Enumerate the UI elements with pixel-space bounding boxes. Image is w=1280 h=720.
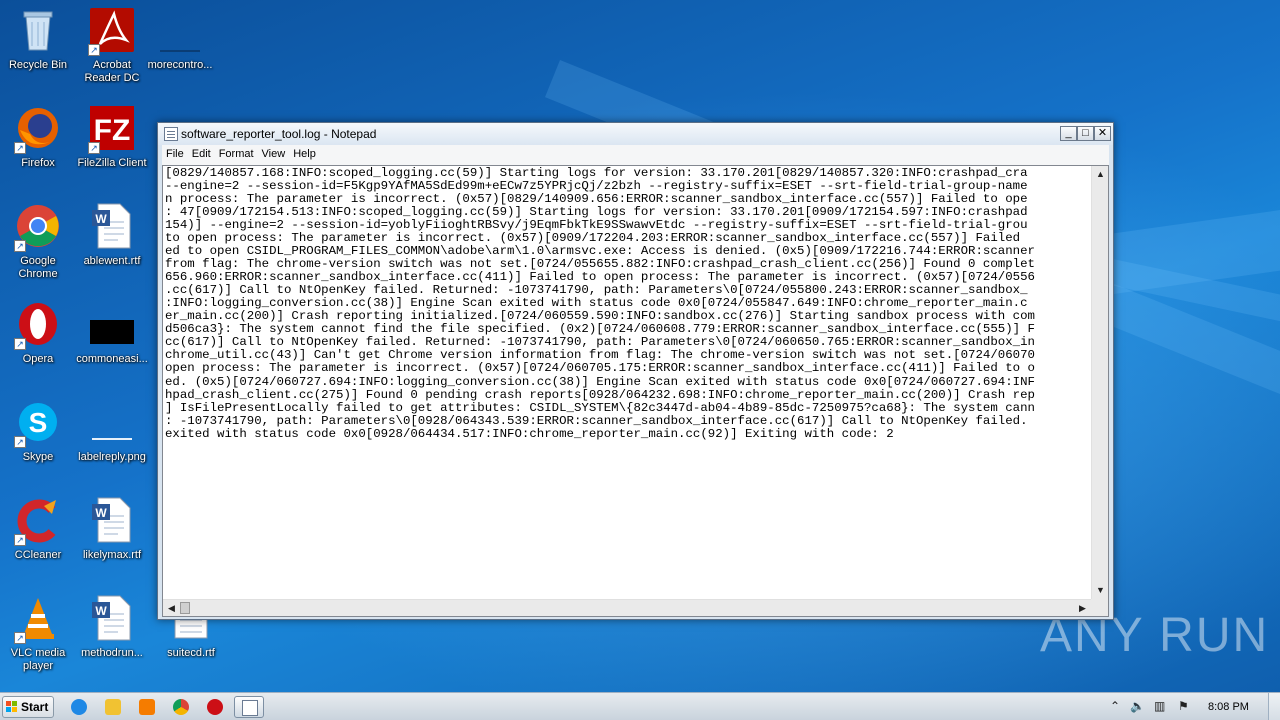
title-bar[interactable]: software_reporter_tool.log - Notepad _ □…: [158, 123, 1113, 145]
opera-icon[interactable]: [202, 696, 228, 718]
log-line: : -1073741790, path: Parameters\0[0928/0…: [165, 413, 1028, 428]
desktop-icon-recycle-bin[interactable]: Recycle Bin: [0, 6, 76, 72]
icon-label: Skype: [22, 451, 54, 463]
desktop-icon-methodrun[interactable]: W methodrun...: [74, 594, 150, 660]
ccleaner-icon: ↗: [14, 496, 62, 546]
desktop-icon-ablewent[interactable]: W ablewent.rtf: [74, 202, 150, 268]
resize-grip[interactable]: [1091, 599, 1108, 616]
menu-format[interactable]: Format: [215, 145, 258, 160]
menu-edit[interactable]: Edit: [188, 145, 215, 160]
menu-file[interactable]: File: [162, 145, 188, 160]
skype-icon: S ↗: [14, 398, 62, 448]
log-line: ed. (0x5)[0724/060727.694:INFO:logging_c…: [165, 374, 1035, 389]
icon-label: Firefox: [21, 157, 55, 169]
windows-logo-icon: [6, 701, 18, 713]
notepad-taskbar-button[interactable]: [234, 696, 264, 718]
chrome-icon[interactable]: [168, 696, 194, 718]
icon-label: likelymax.rtf: [82, 549, 142, 561]
word-doc-icon: W: [88, 594, 136, 642]
file-icon: [156, 6, 204, 54]
desktop-icon-vlc[interactable]: ↗ VLC media player: [0, 594, 76, 673]
desktop-icon-morecontro[interactable]: morecontro...: [142, 6, 218, 72]
desktop-icon-acrobat[interactable]: ↗ Acrobat Reader DC: [74, 6, 150, 85]
notepad-icon: [164, 127, 178, 141]
minimize-button[interactable]: _: [1060, 126, 1077, 141]
start-label: Start: [21, 700, 49, 714]
icon-label: Acrobat Reader DC: [84, 59, 140, 84]
icon-label: methodrun...: [81, 647, 143, 659]
notepad-window[interactable]: software_reporter_tool.log - Notepad _ □…: [157, 122, 1114, 620]
clock[interactable]: 8:08 PM: [1208, 701, 1249, 713]
svg-text:S: S: [29, 407, 48, 438]
desktop-icon-opera[interactable]: ↗ Opera: [0, 300, 76, 366]
icon-label: suitecd.rtf: [167, 647, 215, 659]
log-line: ] IsFilePresentLocally failed to get att…: [165, 400, 1035, 415]
icon-label: morecontro...: [147, 59, 213, 71]
taskbar: Start ⌃ 🔈 ▥ ⚑ 8:08 PM: [0, 692, 1280, 720]
desktop-icon-ccleaner[interactable]: ↗ CCleaner: [0, 496, 76, 562]
svg-text:W: W: [95, 604, 107, 618]
log-line: hpad_crash_client.cc(275)] Found 0 pendi…: [165, 387, 1035, 402]
horizontal-scrollbar[interactable]: ◀ ▶: [163, 599, 1091, 616]
vertical-scrollbar[interactable]: ▲ ▼: [1091, 166, 1108, 599]
network-icon[interactable]: ▥: [1154, 699, 1165, 713]
recycle-bin-icon: [14, 6, 62, 54]
show-desktop-button[interactable]: [1268, 693, 1280, 720]
vlc-icon: ↗: [14, 594, 62, 644]
icon-label: Google Chrome: [18, 255, 58, 280]
scroll-right-icon[interactable]: ▶: [1074, 600, 1091, 616]
scroll-down-icon[interactable]: ▼: [1092, 582, 1108, 599]
menu-view[interactable]: View: [258, 145, 290, 160]
text-editor[interactable]: [0829/140857.168:INFO:scoped_logging.cc(…: [162, 165, 1109, 617]
media-player-icon[interactable]: [134, 696, 160, 718]
log-text[interactable]: [0829/140857.168:INFO:scoped_logging.cc(…: [165, 167, 1090, 598]
scroll-up-icon[interactable]: ▲: [1092, 166, 1108, 183]
horizontal-scroll-thumb[interactable]: [180, 602, 190, 614]
svg-text:W: W: [95, 506, 107, 520]
action-center-flag-icon[interactable]: ⚑: [1178, 699, 1189, 713]
log-line: open process: The parameter is incorrect…: [165, 361, 1035, 376]
volume-icon[interactable]: 🔈: [1130, 699, 1145, 713]
desktop-icon-commoneasi[interactable]: commoneasi...: [74, 300, 150, 366]
desktop-icon-likelymax[interactable]: W likelymax.rtf: [74, 496, 150, 562]
word-doc-icon: W: [88, 202, 136, 250]
firefox-icon: ↗: [14, 104, 62, 154]
tray-overflow-icon[interactable]: ⌃: [1110, 699, 1120, 713]
scroll-left-icon[interactable]: ◀: [163, 600, 180, 616]
chrome-icon: ↗: [14, 202, 62, 252]
desktop-icon-firefox[interactable]: ↗ Firefox: [0, 104, 76, 170]
close-button[interactable]: ✕: [1094, 126, 1111, 141]
acrobat-icon: ↗: [88, 6, 136, 56]
desktop-icon-chrome[interactable]: ↗ Google Chrome: [0, 202, 76, 281]
icon-label: labelreply.png: [78, 451, 146, 463]
word-doc-icon: W: [88, 496, 136, 544]
icon-label: Opera: [22, 353, 54, 365]
icon-label: commoneasi...: [76, 353, 148, 365]
icon-label: ablewent.rtf: [83, 255, 141, 267]
window-title: software_reporter_tool.log - Notepad: [181, 127, 377, 141]
internet-explorer-icon[interactable]: [66, 696, 92, 718]
menu-bar: File Edit Format View Help: [162, 145, 1109, 165]
icon-label: Recycle Bin: [8, 59, 68, 71]
log-line: exited with status code 0x0[0928/064434.…: [165, 426, 894, 441]
opera-icon: ↗: [14, 300, 62, 350]
icon-label: FileZilla Client: [77, 157, 147, 169]
desktop-icon-labelreply[interactable]: labelreply.png: [74, 398, 150, 464]
svg-text:W: W: [95, 212, 107, 226]
file-icon: [88, 300, 136, 348]
desktop-icon-filezilla[interactable]: FZ ↗ FileZilla Client: [74, 104, 150, 170]
explorer-icon[interactable]: [100, 696, 126, 718]
image-icon: [88, 398, 136, 446]
filezilla-icon: FZ ↗: [88, 104, 136, 154]
maximize-button[interactable]: □: [1077, 126, 1094, 141]
start-button[interactable]: Start: [2, 696, 54, 718]
desktop-icon-skype[interactable]: S ↗ Skype: [0, 398, 76, 464]
menu-help[interactable]: Help: [289, 145, 320, 160]
icon-label: CCleaner: [14, 549, 62, 561]
icon-label: VLC media player: [10, 647, 66, 672]
